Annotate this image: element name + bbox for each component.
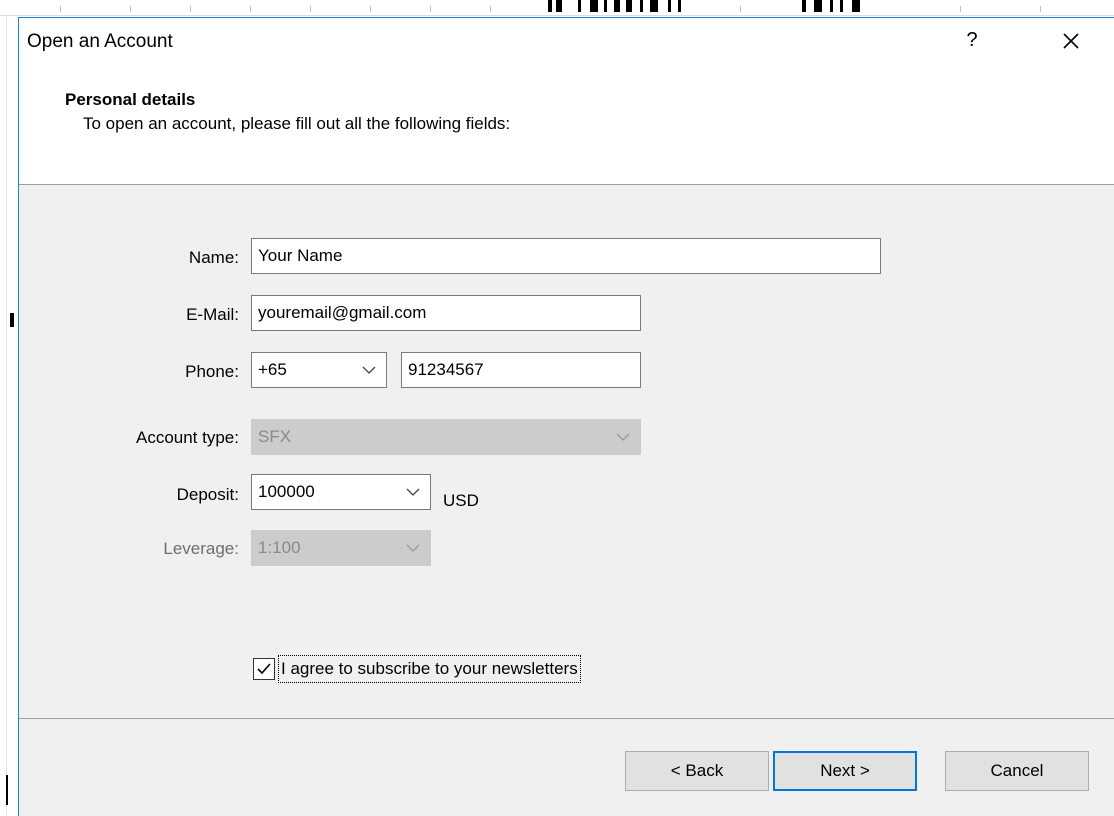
background-ruler	[0, 0, 1114, 16]
currency-label: USD	[443, 491, 479, 510]
phone-code-select[interactable]: +65	[251, 352, 387, 388]
name-input[interactable]: Your Name	[251, 238, 881, 274]
leverage-select[interactable]: 1:100	[251, 530, 431, 566]
account-type-label: Account type:	[135, 428, 239, 447]
back-button[interactable]: < Back	[625, 751, 769, 791]
chevron-down-icon	[404, 531, 422, 565]
phone-code-value: +65	[258, 360, 287, 379]
open-account-dialog: Open an Account ? Personal details To op…	[18, 17, 1114, 816]
dialog-title: Open an Account	[27, 31, 173, 52]
section-title: Personal details	[65, 90, 196, 109]
next-button[interactable]: Next >	[773, 751, 917, 791]
checkmark-icon	[257, 663, 271, 675]
leverage-value: 1:100	[258, 538, 301, 557]
phone-number-input[interactable]: 91234567	[401, 352, 641, 388]
dialog-titlebar: Open an Account ?	[19, 18, 1114, 68]
footer-separator	[19, 718, 1114, 719]
newsletter-checkbox[interactable]	[253, 658, 275, 680]
section-subtitle: To open an account, please fill out all …	[83, 114, 511, 133]
account-type-select[interactable]: SFX	[251, 419, 641, 455]
deposit-select[interactable]: 100000	[251, 474, 431, 510]
deposit-value: 100000	[258, 482, 315, 501]
email-input[interactable]: youremail@gmail.com	[251, 295, 641, 331]
email-label: E-Mail:	[186, 305, 239, 324]
chevron-down-icon	[404, 475, 422, 509]
account-type-value: SFX	[258, 427, 292, 446]
phone-label: Phone:	[185, 362, 239, 381]
help-button[interactable]: ?	[957, 29, 987, 57]
cancel-button[interactable]: Cancel	[945, 751, 1089, 791]
close-icon	[1063, 33, 1079, 49]
name-label: Name:	[188, 248, 239, 267]
deposit-label: Deposit:	[176, 485, 239, 504]
chevron-down-icon	[360, 353, 378, 387]
newsletter-label[interactable]: I agree to subscribe to your newsletters	[278, 655, 581, 683]
leverage-label: Leverage:	[163, 539, 239, 558]
chevron-down-icon	[614, 420, 632, 454]
header-panel: Personal details To open an account, ple…	[19, 68, 1114, 185]
close-button[interactable]	[1051, 24, 1091, 60]
